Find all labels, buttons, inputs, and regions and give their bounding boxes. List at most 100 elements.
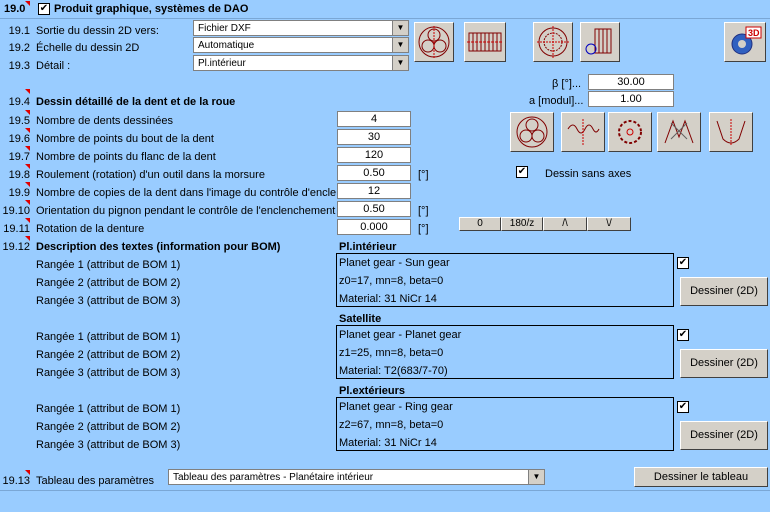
bom-text-line[interactable]: z2=67, mn=8, beta=0 xyxy=(337,416,673,434)
bom-text-line[interactable]: Material: 31 NiCr 14 xyxy=(337,290,673,308)
parameter-table-dropdown[interactable]: Tableau des paramètres - Planétaire inté… xyxy=(168,469,545,485)
row-number: 19.1 xyxy=(8,25,30,37)
output-dropdown[interactable]: Fichier DXF ▼ xyxy=(193,20,409,36)
bom-row-label: Rangée 3 (attribut de BOM 3) xyxy=(36,439,181,451)
unit-label: [°] xyxy=(418,223,429,235)
param-label: Rotation de la denture xyxy=(36,223,145,235)
include-checkbox[interactable]: ✔ xyxy=(677,401,689,413)
bom-text-line[interactable]: Material: T2(683/7-70) xyxy=(337,362,673,380)
rotate-half-pitch-button[interactable]: 180/z xyxy=(501,217,543,231)
include-checkbox[interactable]: ✔ xyxy=(677,257,689,269)
param-value[interactable]: 12 xyxy=(337,183,411,199)
draw-2d-button[interactable]: Dessiner (2D) xyxy=(680,277,768,306)
draw-table-button[interactable]: Dessiner le tableau xyxy=(634,467,768,487)
bom-row-label: Rangée 3 (attribut de BOM 3) xyxy=(36,367,181,379)
planetary-gear-icon xyxy=(418,26,450,58)
comment-marker xyxy=(25,1,30,6)
assembly-icon xyxy=(585,28,612,55)
row-number: 19.9 xyxy=(8,187,30,199)
gear-mesh-button[interactable] xyxy=(510,112,554,152)
param-value[interactable]: 30 xyxy=(337,129,411,145)
row-number: 19.13 xyxy=(2,475,30,487)
detail-dropdown[interactable]: Pl.intérieur ▼ xyxy=(193,55,409,71)
3d-gear-icon: 3D xyxy=(731,26,762,55)
param-value[interactable]: 4 xyxy=(337,111,411,127)
include-checkbox[interactable]: ✔ xyxy=(677,329,689,341)
row-number: 19.3 xyxy=(8,60,30,72)
row-number: 19.7 xyxy=(8,151,30,163)
param-label: Orientation du pignon pendant le contrôl… xyxy=(36,205,336,217)
tooth-up-button[interactable]: /\ xyxy=(543,217,587,231)
chevron-down-icon[interactable]: ▼ xyxy=(392,56,408,70)
bom-row-label: Rangée 1 (attribut de BOM 1) xyxy=(36,403,181,415)
draw-2d-button[interactable]: Dessiner (2D) xyxy=(680,421,768,450)
module-value[interactable]: 1.00 xyxy=(588,91,674,107)
bom-text-line[interactable]: Planet gear - Planet gear xyxy=(337,326,673,344)
scale-dropdown[interactable]: Automatique ▼ xyxy=(193,37,409,53)
assembly-drawing-button[interactable] xyxy=(580,22,620,62)
gear-side-icon xyxy=(467,32,503,52)
param-value[interactable]: 0.50 xyxy=(337,201,411,217)
param-value[interactable]: 120 xyxy=(337,147,411,163)
row-number: 19.10 xyxy=(2,205,30,217)
bom-row-label: Rangée 2 (attribut de BOM 2) xyxy=(36,349,181,361)
bom-text-box[interactable]: Planet gear - Ring gear z2=67, mn=8, bet… xyxy=(336,397,674,451)
3d-model-button[interactable]: 3D xyxy=(724,22,766,62)
unit-label: [°] xyxy=(418,169,429,181)
gear-side-view-button[interactable] xyxy=(464,22,506,62)
section-subtitle: Description des textes (information pour… xyxy=(36,241,281,253)
no-axes-label: Dessin sans axes xyxy=(545,168,632,180)
section-title: Produit graphique, systèmes de DAO xyxy=(54,3,249,15)
tooth-down-button[interactable]: \/ xyxy=(587,217,631,231)
chevron-down-icon[interactable]: ▼ xyxy=(392,38,408,52)
row-label: Tableau des paramètres xyxy=(36,475,155,487)
row-number: 19.6 xyxy=(8,133,30,145)
rotate-zero-button[interactable]: 0 xyxy=(459,217,501,231)
bom-text-box[interactable]: Planet gear - Planet gear z1=25, mn=8, b… xyxy=(336,325,674,379)
ring-gear-icon xyxy=(537,26,569,58)
divider xyxy=(0,490,770,491)
beta-label: β [°]... xyxy=(552,78,582,90)
draw-2d-button[interactable]: Dessiner (2D) xyxy=(680,349,768,378)
bom-text-line[interactable]: Planet gear - Ring gear xyxy=(337,398,673,416)
chevron-down-icon[interactable]: ▼ xyxy=(392,21,408,35)
chevron-down-icon[interactable]: ▼ xyxy=(528,470,544,484)
param-label: Nombre de points du bout de la dent xyxy=(36,133,214,145)
gear-teeth-button[interactable] xyxy=(608,112,652,152)
bom-row-label: Rangée 2 (attribut de BOM 2) xyxy=(36,277,181,289)
bom-text-line[interactable]: z1=25, mn=8, beta=0 xyxy=(337,344,673,362)
bom-text-line[interactable]: Planet gear - Sun gear xyxy=(337,254,673,272)
row-number: 19.5 xyxy=(8,115,30,127)
param-value[interactable]: 0.50 xyxy=(337,165,411,181)
row-number: 19.11 xyxy=(3,223,30,235)
unit-label: [°] xyxy=(418,205,429,217)
row-number: 19.4 xyxy=(8,96,30,108)
ring-gear-button[interactable] xyxy=(533,22,573,62)
param-label: Nombre de copies de la dent dans l'image… xyxy=(36,187,336,199)
section-number: 19.0 xyxy=(4,3,26,15)
row-number: 19.8 xyxy=(8,169,30,181)
row-label: Échelle du dessin 2D xyxy=(36,42,140,54)
param-value[interactable]: 0.000 xyxy=(337,219,411,235)
tooth-gap-button[interactable] xyxy=(709,112,753,152)
section-subtitle: Dessin détaillé de la dent et de la roue xyxy=(36,96,236,108)
enable-checkbox[interactable]: ✔ xyxy=(38,3,50,15)
tool-engagement-button[interactable] xyxy=(657,112,701,152)
tooth-detail-button[interactable] xyxy=(561,112,605,152)
gear-teeth-icon xyxy=(618,120,642,144)
group-title: Pl.intérieur xyxy=(339,241,397,253)
no-axes-checkbox[interactable]: ✔ xyxy=(516,166,528,178)
beta-value[interactable]: 30.00 xyxy=(588,74,674,90)
param-label: Nombre de points du flanc de la dent xyxy=(36,151,216,163)
bom-text-line[interactable]: Material: 31 NiCr 14 xyxy=(337,434,673,452)
bom-text-box[interactable]: Planet gear - Sun gear z0=17, mn=8, beta… xyxy=(336,253,674,307)
planetary-drawing-button[interactable] xyxy=(414,22,454,62)
bom-text-line[interactable]: z0=17, mn=8, beta=0 xyxy=(337,272,673,290)
row-number: 19.2 xyxy=(8,42,30,54)
svg-text:3D: 3D xyxy=(748,28,760,38)
bom-row-label: Rangée 2 (attribut de BOM 2) xyxy=(36,421,181,433)
row-label: Sortie du dessin 2D vers: xyxy=(36,25,159,37)
group-title: Pl.extérieurs xyxy=(339,385,406,397)
bom-row-label: Rangée 1 (attribut de BOM 1) xyxy=(36,259,181,271)
tool-engagement-icon xyxy=(664,119,694,144)
